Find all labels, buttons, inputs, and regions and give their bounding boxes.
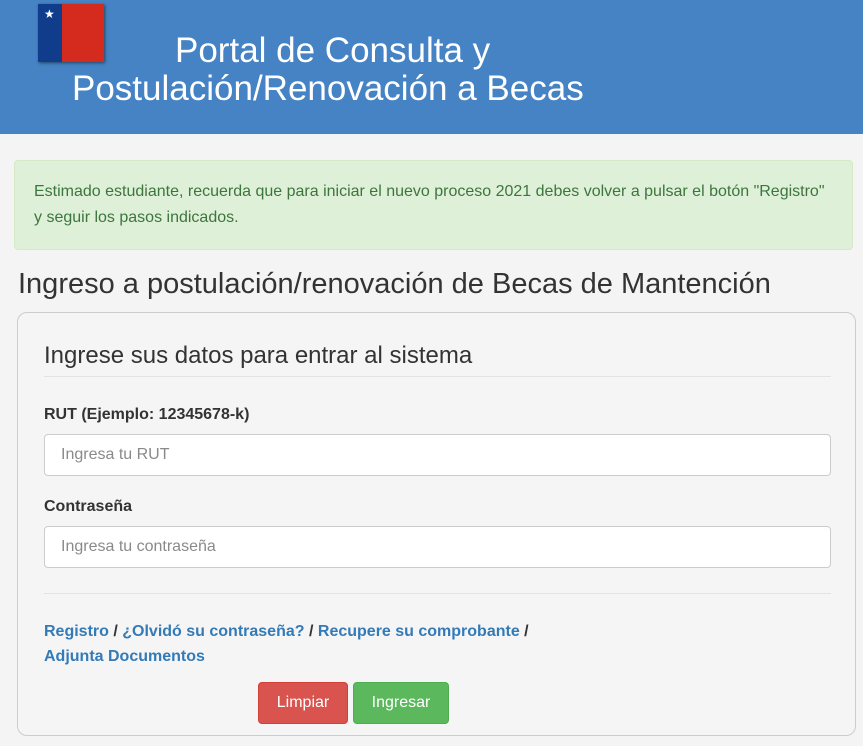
- login-button[interactable]: Ingresar: [353, 682, 449, 724]
- site-title-line1: Portal de Consulta y: [175, 31, 491, 70]
- divider: [44, 593, 831, 594]
- rut-input[interactable]: [44, 434, 831, 476]
- star-icon: ★: [44, 7, 55, 21]
- link-separator: /: [113, 623, 118, 640]
- login-panel: Ingrese sus datos para entrar al sistema…: [17, 312, 856, 736]
- account-links: Registro / ¿Olvidó su contraseña? / Recu…: [44, 619, 804, 669]
- site-title: Portal de Consulta y Postulación/Renovac…: [72, 32, 672, 108]
- attach-documents-link[interactable]: Adjunta Documentos: [44, 648, 205, 665]
- clear-button[interactable]: Limpiar: [258, 682, 348, 724]
- recover-receipt-link[interactable]: Recupere su comprobante: [318, 623, 520, 640]
- info-alert: Estimado estudiante, recuerda que para i…: [14, 160, 853, 250]
- page-heading: Ingreso a postulación/renovación de Beca…: [18, 268, 771, 300]
- password-input[interactable]: [44, 526, 831, 568]
- password-label: Contraseña: [44, 498, 133, 515]
- forgot-password-link[interactable]: ¿Olvidó su contraseña?: [122, 623, 304, 640]
- divider: [44, 376, 831, 377]
- site-title-line2: Postulación/Renovación a Becas: [72, 69, 584, 108]
- rut-label: RUT (Ejemplo: 12345678-k): [44, 406, 250, 423]
- link-separator: /: [308, 623, 314, 640]
- link-separator: /: [524, 623, 529, 640]
- login-panel-title: Ingrese sus datos para entrar al sistema: [44, 342, 473, 369]
- register-link[interactable]: Registro: [44, 623, 109, 640]
- site-header: ★ Portal de Consulta y Postulación/Renov…: [0, 0, 863, 134]
